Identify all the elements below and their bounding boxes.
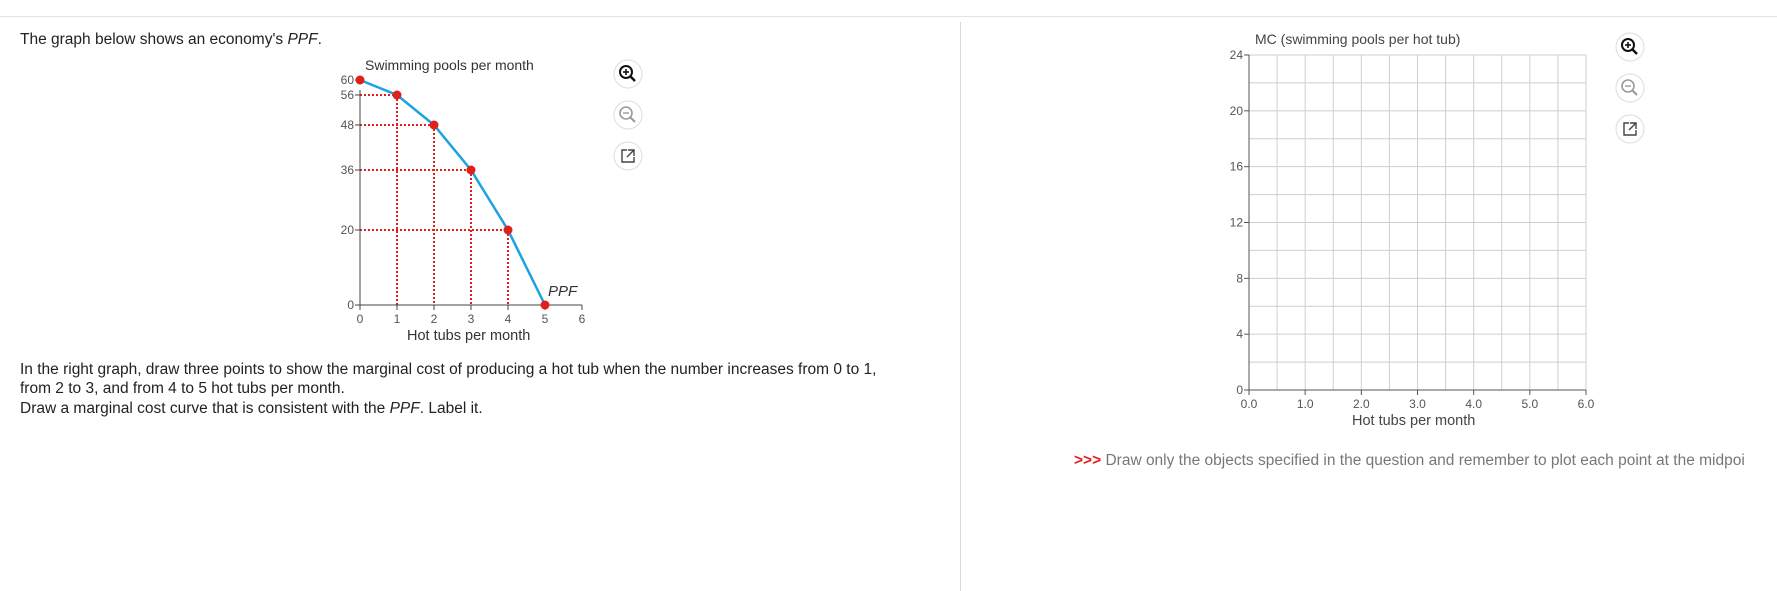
mc-x-ticks: 0.0 1.0 2.0 3.0 4.0 5.0 6.0	[1241, 390, 1595, 411]
ppf-x-tick-label: 0	[357, 312, 364, 326]
ppf-point	[503, 225, 513, 235]
instruction-hint: >>> Draw only the objects specified in t…	[1074, 452, 1745, 469]
mc-zoom-out-button[interactable]	[1615, 73, 1645, 103]
mc-popout-button[interactable]	[1615, 114, 1645, 144]
ppf-x-tick-label: 1	[394, 312, 401, 326]
mc-zoom-in-button[interactable]	[1615, 32, 1645, 62]
ppf-point	[429, 120, 439, 130]
ppf-point	[355, 75, 365, 85]
ppf-y-tick-label: 56	[341, 88, 355, 102]
mc-y-tick-label: 0	[1236, 383, 1243, 397]
mc-x-tick-label: 0.0	[1241, 397, 1258, 411]
mc-x-tick-label: 1.0	[1297, 397, 1314, 411]
mc-x-tick-label: 6.0	[1578, 397, 1595, 411]
ppf-y-axis-label: Swimming pools per month	[365, 57, 534, 73]
ppf-x-ticks: 0 1 2 3 4 5 6	[357, 305, 586, 326]
mc-x-tick-label: 4.0	[1465, 397, 1482, 411]
ppf-y-tick-label: 36	[341, 163, 355, 177]
zoom-in-button[interactable]	[613, 59, 643, 89]
mc-y-tick-label: 8	[1236, 271, 1243, 285]
ppf-point	[540, 300, 550, 310]
ppf-y-ticks: 0 20 36 48 5660	[341, 73, 360, 312]
ppf-graph: Swimming pools per month 0123456 0203648…	[341, 57, 586, 344]
popout-button[interactable]	[613, 141, 643, 171]
mc-x-tick-label: 3.0	[1409, 397, 1426, 411]
mc-y-tick-label: 4	[1236, 327, 1243, 341]
ppf-x-tick-label: 4	[505, 312, 512, 326]
mc-y-tick-label: 24	[1230, 48, 1244, 62]
mc-x-tick-label: 5.0	[1521, 397, 1538, 411]
mc-x-axis-label: Hot tubs per month	[1352, 413, 1475, 429]
ppf-x-tick-label: 3	[468, 312, 475, 326]
mc-y-ticks: 0 4 8 12 16 20 24	[1230, 48, 1249, 397]
ppf-curve-label: PPF	[548, 283, 578, 300]
ppf-curve	[359, 78, 547, 306]
ppf-points	[355, 75, 550, 310]
ppf-x-tick-label: 2	[431, 312, 438, 326]
ppf-point	[466, 165, 476, 175]
ppf-x-tick-label: 6	[579, 312, 586, 326]
mc-y-tick-label: 12	[1230, 216, 1244, 230]
ppf-axes	[359, 90, 582, 306]
ppf-point	[392, 90, 402, 100]
ppf-y-tick-label: 60	[341, 73, 355, 87]
mc-y-tick-label: 20	[1230, 104, 1244, 118]
ppf-y-tick-label: 48	[341, 118, 355, 132]
ppf-x-axis-label: Hot tubs per month	[407, 328, 530, 344]
graphs-canvas: Swimming pools per month 0123456 0203648…	[341, 31, 1645, 429]
mc-grid	[1249, 54, 1587, 390]
ppf-y-tick-label: 20	[341, 223, 355, 237]
zoom-out-button[interactable]	[613, 100, 643, 130]
ppf-x-tick-label: 5	[542, 312, 549, 326]
mc-y-tick-label: 16	[1230, 160, 1244, 174]
mc-graph[interactable]: MC (swimming pools per hot tub) 0.0 1.0 2.…	[1230, 31, 1595, 429]
ppf-y-tick-label: 0	[347, 298, 354, 312]
mc-y-axis-label: MC (swimming pools per hot tub)	[1255, 31, 1460, 47]
mc-x-tick-label: 2.0	[1353, 397, 1370, 411]
